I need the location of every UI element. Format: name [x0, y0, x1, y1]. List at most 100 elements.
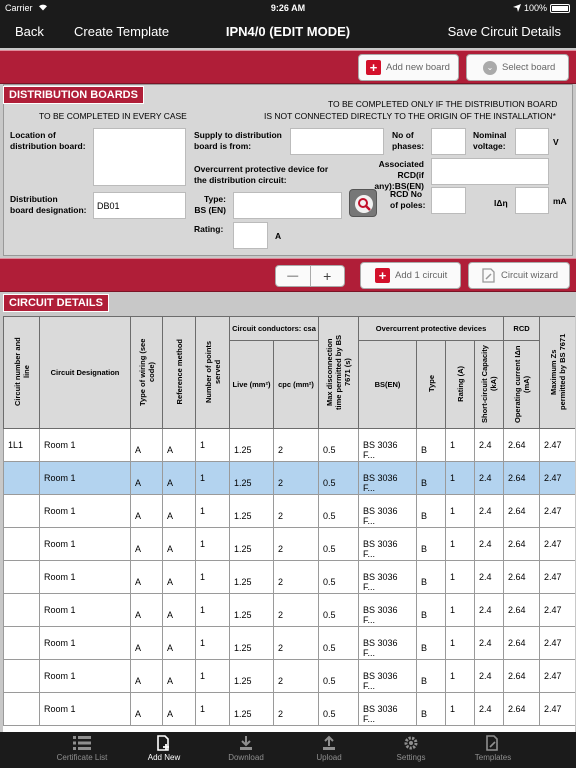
cell-ref[interactable]: A	[162, 428, 196, 462]
cell-disc[interactable]: 0.5	[318, 428, 359, 462]
cell-rating[interactable]: 1	[445, 461, 475, 495]
cell-num[interactable]	[3, 593, 40, 627]
designation-field[interactable]: DB01	[93, 192, 186, 219]
cell-type[interactable]: B	[416, 461, 446, 495]
cell-rating[interactable]: 1	[445, 593, 475, 627]
cell-wiring[interactable]: A	[130, 626, 163, 660]
cell-zs[interactable]: 2.47	[539, 527, 575, 561]
tab-settings[interactable]: Settings	[370, 732, 452, 768]
cell-rating[interactable]: 1	[445, 494, 475, 528]
location-field[interactable]	[93, 128, 186, 186]
cell-points[interactable]: 1	[195, 659, 230, 693]
cell-zs[interactable]: 2.47	[539, 428, 575, 462]
cell-type[interactable]: B	[416, 527, 446, 561]
cell-live[interactable]: 1.25	[229, 461, 274, 495]
cell-points[interactable]: 1	[195, 593, 230, 627]
cell-sc[interactable]: 2.4	[473, 560, 505, 594]
cell-designation[interactable]: Room 1	[39, 527, 131, 561]
cell-disc[interactable]: 0.5	[318, 527, 359, 561]
cell-live[interactable]: 1.25	[229, 692, 274, 726]
cell-bs[interactable]: BS 3036 F...	[358, 659, 417, 693]
cell-bs[interactable]: BS 3036 F...	[358, 560, 417, 594]
cell-bs[interactable]: BS 3036 F...	[358, 692, 417, 726]
rating-field[interactable]	[233, 222, 268, 249]
cell-bs[interactable]: BS 3036 F...	[358, 593, 417, 627]
table-row[interactable]: Room 1 A A 1 1.25 2 0.5 BS 3036 F... B 1 2.4 2.64 2.…	[3, 494, 575, 528]
cell-bs[interactable]: BS 3036 F...	[358, 626, 417, 660]
phases-field[interactable]	[431, 128, 466, 155]
cell-zs[interactable]: 2.47	[539, 659, 575, 693]
cell-live[interactable]: 1.25	[229, 626, 274, 660]
cell-live[interactable]: 1.25	[229, 494, 274, 528]
select-board-button[interactable]: ⌄ Select board	[466, 54, 569, 81]
save-circuit-details-button[interactable]: Save Circuit Details	[448, 24, 561, 39]
cell-wiring[interactable]: A	[130, 593, 163, 627]
cell-disc[interactable]: 0.5	[318, 461, 359, 495]
cell-num[interactable]	[3, 461, 40, 495]
cell-cpc[interactable]: 2	[273, 560, 319, 594]
cell-num[interactable]	[3, 494, 40, 528]
cell-op[interactable]: 2.64	[503, 527, 541, 561]
cell-type[interactable]: B	[416, 659, 446, 693]
tab-certificate-list[interactable]: Certificate List	[41, 732, 123, 768]
remove-circuit-button[interactable]: —	[276, 266, 311, 286]
cell-rating[interactable]: 1	[445, 560, 475, 594]
cell-designation[interactable]: Room 1	[39, 428, 131, 462]
cell-disc[interactable]: 0.5	[318, 626, 359, 660]
cell-op[interactable]: 2.64	[503, 494, 541, 528]
cell-points[interactable]: 1	[195, 626, 230, 660]
cell-designation[interactable]: Room 1	[39, 461, 131, 495]
cell-points[interactable]: 1	[195, 527, 230, 561]
table-row[interactable]: Room 1 A A 1 1.25 2 0.5 BS 3036 F... B 1 2.4 2.64 2.…	[3, 461, 575, 495]
cell-disc[interactable]: 0.5	[318, 692, 359, 726]
cell-num[interactable]	[3, 527, 40, 561]
cell-live[interactable]: 1.25	[229, 428, 274, 462]
cell-num[interactable]	[3, 560, 40, 594]
cell-type[interactable]: B	[416, 593, 446, 627]
cell-disc[interactable]: 0.5	[318, 494, 359, 528]
cell-points[interactable]: 1	[195, 560, 230, 594]
cell-live[interactable]: 1.25	[229, 659, 274, 693]
cell-op[interactable]: 2.64	[503, 593, 541, 627]
cell-bs[interactable]: BS 3036 F...	[358, 461, 417, 495]
table-row[interactable]: 1L1 Room 1 A A 1 1.25 2 0.5 BS 3036 F... B 1 2.4 2.6…	[3, 428, 575, 462]
cell-designation[interactable]: Room 1	[39, 626, 131, 660]
cell-points[interactable]: 1	[195, 494, 230, 528]
cell-sc[interactable]: 2.4	[473, 692, 505, 726]
cell-live[interactable]: 1.25	[229, 593, 274, 627]
cell-num[interactable]: 1L1	[3, 428, 40, 462]
cell-ref[interactable]: A	[162, 494, 196, 528]
cell-wiring[interactable]: A	[130, 461, 163, 495]
tab-add-new[interactable]: Add New	[123, 732, 205, 768]
cell-rating[interactable]: 1	[445, 659, 475, 693]
cell-live[interactable]: 1.25	[229, 560, 274, 594]
add-circuit-stepper-button[interactable]: +	[311, 266, 345, 286]
type-field[interactable]	[233, 192, 342, 219]
cell-cpc[interactable]: 2	[273, 593, 319, 627]
associated-rcd-field[interactable]	[431, 158, 549, 185]
cell-zs[interactable]: 2.47	[539, 593, 575, 627]
cell-sc[interactable]: 2.4	[473, 626, 505, 660]
cell-sc[interactable]: 2.4	[473, 659, 505, 693]
cell-ref[interactable]: A	[162, 560, 196, 594]
cell-wiring[interactable]: A	[130, 527, 163, 561]
cell-num[interactable]	[3, 659, 40, 693]
cell-ref[interactable]: A	[162, 626, 196, 660]
cell-op[interactable]: 2.64	[503, 560, 541, 594]
rcd-poles-field[interactable]	[431, 187, 466, 214]
cell-rating[interactable]: 1	[445, 428, 475, 462]
cell-type[interactable]: B	[416, 560, 446, 594]
cell-designation[interactable]: Room 1	[39, 692, 131, 726]
cell-cpc[interactable]: 2	[273, 626, 319, 660]
cell-disc[interactable]: 0.5	[318, 659, 359, 693]
cell-points[interactable]: 1	[195, 461, 230, 495]
tab-templates[interactable]: Templates	[452, 732, 534, 768]
cell-zs[interactable]: 2.47	[539, 626, 575, 660]
cell-rating[interactable]: 1	[445, 527, 475, 561]
cell-zs[interactable]: 2.47	[539, 494, 575, 528]
cell-op[interactable]: 2.64	[503, 626, 541, 660]
cell-disc[interactable]: 0.5	[318, 593, 359, 627]
cell-wiring[interactable]: A	[130, 692, 163, 726]
cell-op[interactable]: 2.64	[503, 692, 541, 726]
cell-wiring[interactable]: A	[130, 560, 163, 594]
